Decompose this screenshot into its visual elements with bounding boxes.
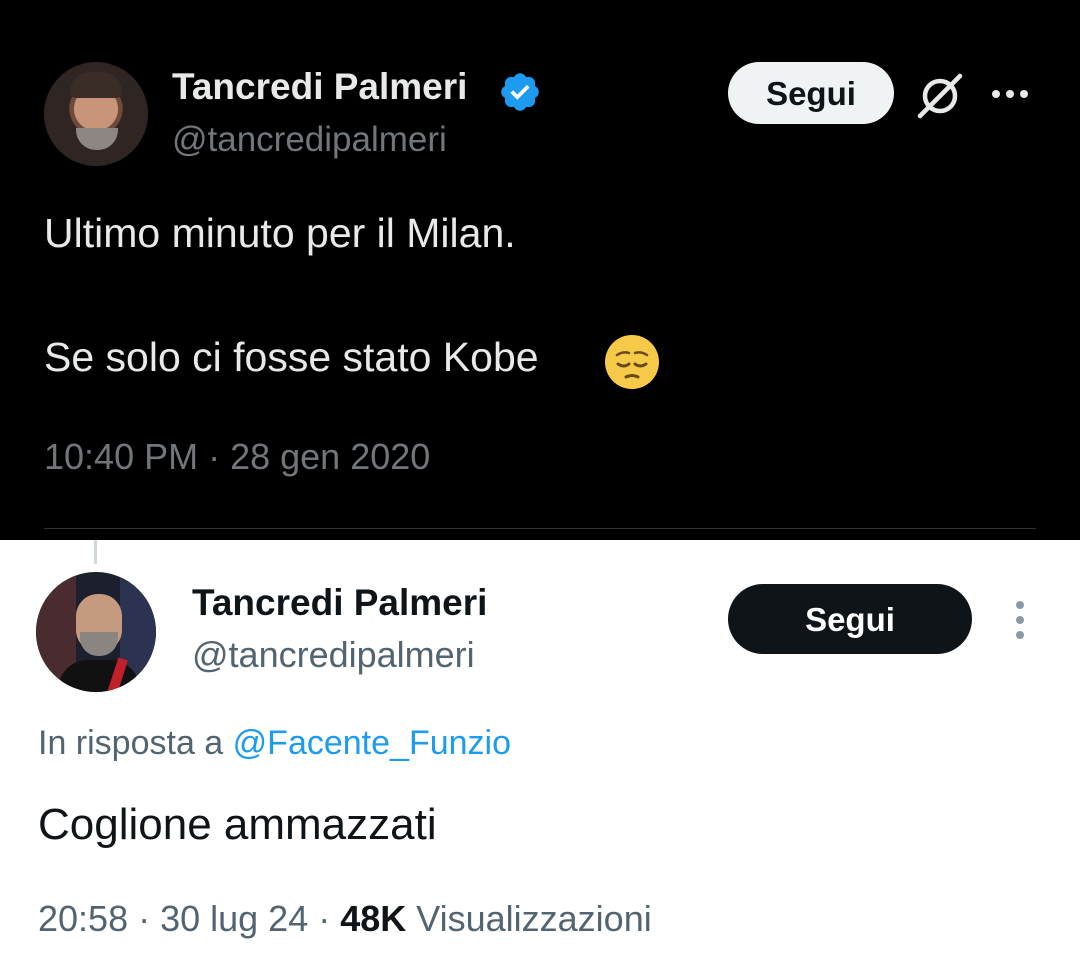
tweet-text-line-1: Ultimo minuto per il Milan. xyxy=(44,210,516,256)
reply-mention-link[interactable]: @Facente_Funzio xyxy=(233,724,511,762)
avatar-shirt xyxy=(58,660,140,692)
author-name[interactable]: Tancredi Palmeri xyxy=(172,66,467,108)
author-handle[interactable]: @tancredipalmeri xyxy=(172,120,447,160)
tweet-meta: 20:58 · 30 lug 24 · 48K Visualizzazioni xyxy=(38,898,652,940)
divider xyxy=(44,528,1036,529)
views-count: 48K xyxy=(340,898,407,939)
author-avatar[interactable] xyxy=(44,62,148,166)
reply-context: In risposta a @Facente_Funzio xyxy=(38,724,511,763)
tweet-timestamp[interactable]: 20:58 · 30 lug 24 · xyxy=(38,898,340,939)
author-handle[interactable]: @tancredipalmeri xyxy=(192,634,475,676)
author-name[interactable]: Tancredi Palmeri xyxy=(192,582,487,624)
reply-prefix: In risposta a xyxy=(38,724,224,762)
author-avatar[interactable] xyxy=(36,572,156,692)
more-options-icon[interactable] xyxy=(1006,598,1034,642)
dark-tweet: Tancredi Palmeri @tancredipalmeri Segui … xyxy=(0,0,1080,540)
light-tweet: Tancredi Palmeri @tancredipalmeri Segui … xyxy=(0,540,1080,977)
more-options-icon[interactable] xyxy=(988,76,1032,112)
tweet-timestamp[interactable]: 10:40 PM · 28 gen 2020 xyxy=(44,436,430,478)
avatar-hair xyxy=(70,72,122,98)
avatar-beard xyxy=(80,632,118,656)
thread-connector xyxy=(94,540,97,564)
views-label: Visualizzazioni xyxy=(416,898,652,939)
pensive-face-icon xyxy=(605,335,659,389)
tweet-text: Coglione ammazzati xyxy=(38,800,437,849)
avatar-beard xyxy=(76,128,118,150)
follow-button[interactable]: Segui xyxy=(728,584,972,654)
grok-icon[interactable] xyxy=(914,70,966,122)
tweet-text-line-2: Se solo ci fosse stato Kobe xyxy=(44,334,539,380)
verified-badge-icon xyxy=(501,73,539,111)
follow-button[interactable]: Segui xyxy=(728,62,894,124)
